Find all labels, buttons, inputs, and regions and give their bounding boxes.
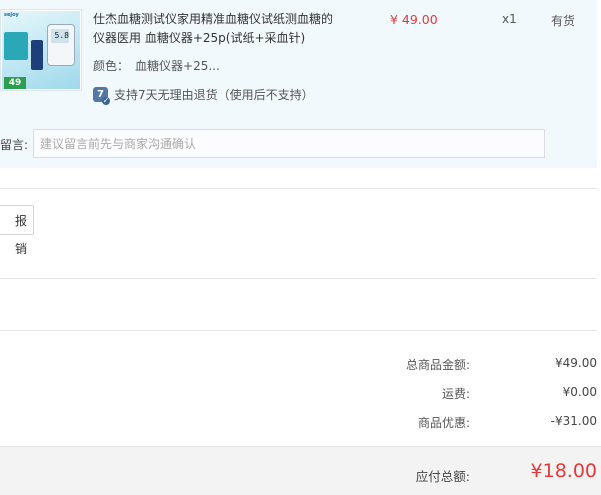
thumbnail-glucose-meter: 5.8 <box>47 24 75 66</box>
section-divider <box>0 188 597 189</box>
seven-day-return-icon: 7 <box>93 86 110 105</box>
goods-total-value: ¥49.00 <box>555 356 597 370</box>
discount-value: -¥31.00 <box>550 414 597 428</box>
payable-total-value: ¥18.00 <box>530 460 597 482</box>
thumbnail-brand-text: sejoy <box>4 12 19 18</box>
discount-label: 商品优惠: <box>417 416 470 430</box>
return-policy-text: 支持7天无理由退货（使用后不支持） <box>114 87 314 102</box>
section-divider <box>0 330 597 331</box>
thumbnail-package-box <box>4 32 28 60</box>
product-quantity: x1 <box>502 12 517 26</box>
product-color-row: 颜色： 血糖仪器+25... <box>93 57 220 74</box>
product-title-link[interactable]: 仕杰血糖测试仪家用精准血糖仪试纸测血糖的仪器医用 血糖仪器+25p(试纸+采血针… <box>93 10 343 48</box>
shipping-label: 运费: <box>441 387 470 401</box>
color-label: 颜色： <box>93 59 130 73</box>
product-price: ¥ 49.00 <box>390 12 438 27</box>
payable-total-bar: 应付总额: ¥18.00 <box>0 446 601 495</box>
payable-total-label: 应付总额: <box>415 469 470 484</box>
product-thumbnail[interactable]: sejoy 5.8 49 <box>0 9 82 91</box>
invoice-button[interactable]: 报销 <box>0 205 34 256</box>
return-policy-row: 7 支持7天无理由退货（使用后不支持） <box>93 85 314 105</box>
section-divider <box>0 278 597 279</box>
thumbnail-price-tag: 49 <box>4 77 26 89</box>
thumbnail-meter-reading: 5.8 <box>51 29 69 43</box>
memo-label: 留言: <box>0 138 29 152</box>
memo-input[interactable] <box>33 129 545 158</box>
goods-total-label: 总商品金额: <box>405 358 470 372</box>
order-item-panel: sejoy 5.8 49 仕杰血糖测试仪家用精准血糖仪试纸测血糖的仪器医用 血糖… <box>0 0 597 168</box>
stock-status: 有货 <box>551 14 576 28</box>
shipping-value: ¥0.00 <box>562 385 597 399</box>
thumbnail-strip-box <box>31 40 43 70</box>
color-value: 血糖仪器+25... <box>135 59 220 73</box>
